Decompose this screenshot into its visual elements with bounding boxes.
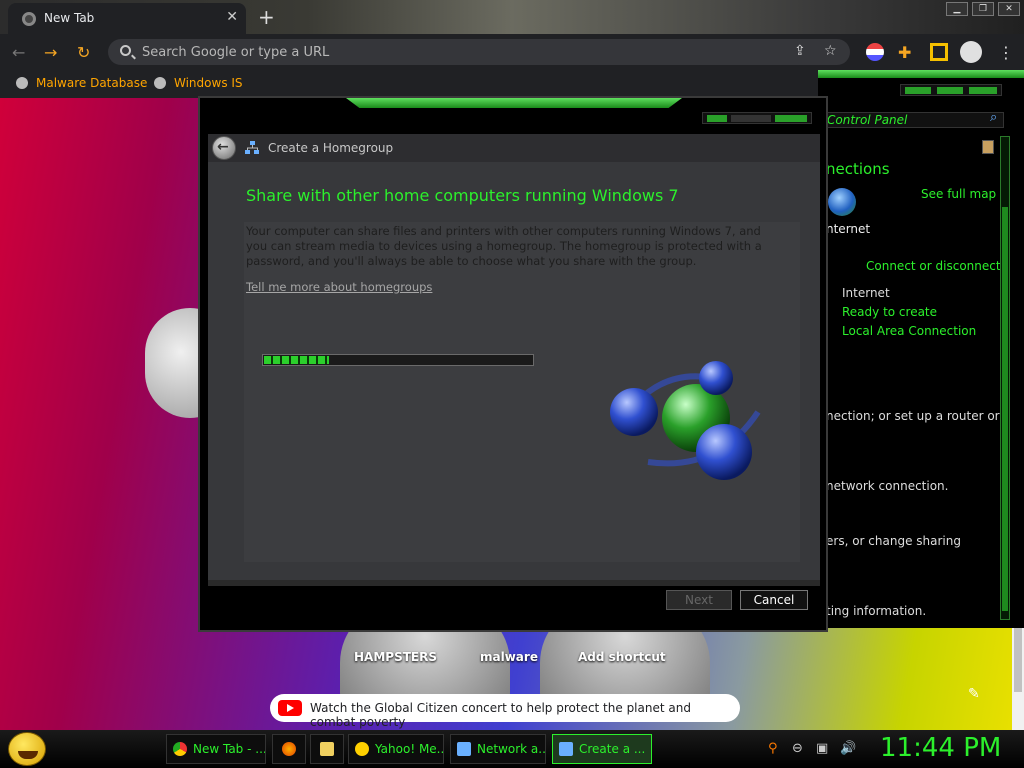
dialog-header: Create a Homegroup bbox=[208, 134, 820, 162]
dialog-title: Create a Homegroup bbox=[268, 141, 394, 155]
news-promo[interactable]: Watch the Global Citizen concert to help… bbox=[270, 694, 740, 729]
search-icon[interactable]: ⌕ bbox=[990, 110, 997, 125]
profile-flag-icon[interactable] bbox=[866, 43, 884, 61]
internet-label: nternet bbox=[826, 222, 871, 236]
network-type-value: Internet bbox=[842, 286, 890, 300]
connect-network-text: network connection. bbox=[826, 479, 949, 493]
taskbar-item-firefox[interactable] bbox=[272, 734, 306, 764]
address-bar[interactable]: Control Panel bbox=[824, 112, 1004, 128]
customize-pencil-icon[interactable]: ✎ bbox=[968, 686, 980, 702]
news-text: Watch the Global Citizen concert to help… bbox=[310, 701, 691, 729]
local-area-connection-link[interactable]: Local Area Connection bbox=[842, 324, 976, 338]
next-button[interactable]: Next bbox=[666, 590, 732, 610]
scrollbar-thumb[interactable] bbox=[1002, 207, 1008, 611]
progress-bar bbox=[262, 354, 534, 366]
back-button-icon[interactable] bbox=[212, 136, 236, 160]
dialog-top-accent bbox=[346, 98, 682, 108]
homegroup-icon bbox=[245, 141, 259, 154]
control-panel-window: Control Panel ⌕ nections See full map nt… bbox=[818, 70, 1024, 628]
help-icon[interactable] bbox=[982, 140, 994, 154]
taskbar-item-new-tab[interactable]: New Tab - ... bbox=[166, 734, 266, 764]
dialog-heading: Share with other home computers running … bbox=[246, 186, 679, 205]
taskbar-clock[interactable]: 11:44 PM bbox=[880, 733, 1001, 763]
youtube-icon bbox=[278, 700, 302, 716]
dialog-footer-divider bbox=[208, 580, 820, 586]
search-tray-icon[interactable]: ⚲ bbox=[768, 741, 778, 756]
browser-tab[interactable]: New Tab ✕ bbox=[8, 3, 246, 34]
minimize-icon[interactable]: ▁ bbox=[946, 2, 968, 16]
dialog-description: Your computer can share files and printe… bbox=[246, 224, 762, 268]
folder-icon bbox=[320, 742, 334, 756]
dialog-title-bar[interactable] bbox=[200, 98, 826, 134]
create-homegroup-dialog: Create a Homegroup Share with other home… bbox=[198, 96, 828, 632]
firefox-icon bbox=[282, 742, 296, 756]
taskbar: New Tab - ... Yahoo! Me... Network a... … bbox=[0, 730, 1024, 768]
minus-tray-icon[interactable]: ⊖ bbox=[792, 741, 803, 756]
start-button-icon[interactable] bbox=[8, 732, 46, 766]
omnibox[interactable]: Search Google or type a URL ⇪ ☆ bbox=[108, 39, 850, 65]
troubleshoot-text: ting information. bbox=[826, 604, 927, 618]
tab-title: New Tab bbox=[44, 11, 95, 25]
forward-arrow-icon[interactable]: → bbox=[44, 43, 57, 62]
search-icon bbox=[120, 45, 131, 56]
homegroup-ready-link[interactable]: Ready to create bbox=[842, 305, 937, 319]
control-panel-scrollbar[interactable] bbox=[1000, 136, 1010, 620]
taskbar-item-yahoo[interactable]: Yahoo! Me... bbox=[348, 734, 444, 764]
close-window-icon[interactable]: ✕ bbox=[998, 2, 1020, 16]
chrome-favicon-icon bbox=[22, 12, 36, 26]
progress-fill bbox=[264, 356, 329, 364]
bookmark-star-icon[interactable]: ☆ bbox=[824, 43, 837, 59]
homegroup-icon bbox=[559, 742, 573, 756]
taskbar-item-create-homegroup[interactable]: Create a ... bbox=[552, 734, 652, 764]
tell-me-more-link[interactable]: Tell me more about homegroups bbox=[246, 280, 432, 294]
profile-avatar-icon[interactable] bbox=[960, 41, 982, 63]
volume-icon[interactable]: 🔊 bbox=[840, 741, 856, 756]
taskbar-item-explorer[interactable] bbox=[310, 734, 344, 764]
shortcut-hampsters[interactable]: HAMPSTERS bbox=[354, 650, 437, 664]
back-arrow-icon[interactable]: ← bbox=[12, 43, 25, 62]
reload-icon[interactable]: ↻ bbox=[77, 43, 90, 62]
yahoo-messenger-icon bbox=[355, 742, 369, 756]
window-buttons[interactable] bbox=[900, 84, 1002, 96]
taskbar-item-network[interactable]: Network a... bbox=[450, 734, 546, 764]
connect-or-disconnect-link[interactable]: Connect or disconnect bbox=[866, 259, 1001, 273]
dialog-window-buttons[interactable] bbox=[702, 112, 812, 124]
connections-heading: nections bbox=[826, 160, 890, 178]
browser-toolbar: ← → ↻ Search Google or type a URL ⇪ ☆ ✚ … bbox=[0, 34, 1024, 70]
shortcut-add[interactable]: Add shortcut bbox=[578, 650, 666, 664]
network-tray-icon[interactable]: ▣ bbox=[816, 741, 828, 756]
globe-icon bbox=[16, 77, 28, 89]
new-tab-icon[interactable]: + bbox=[258, 5, 275, 29]
tab-close-icon[interactable]: ✕ bbox=[226, 9, 238, 25]
network-icon bbox=[457, 742, 471, 756]
side-panel-icon[interactable] bbox=[930, 43, 948, 61]
maximize-icon[interactable]: ❐ bbox=[972, 2, 994, 16]
chrome-icon bbox=[173, 742, 187, 756]
setup-connection-text: nection; or set up a router or bbox=[826, 409, 1000, 423]
window-top-bar bbox=[818, 70, 1024, 78]
see-full-map-link[interactable]: See full map bbox=[921, 187, 996, 201]
omnibox-placeholder: Search Google or type a URL bbox=[142, 45, 330, 60]
globe-icon bbox=[154, 77, 166, 89]
sharing-text: ers, or change sharing bbox=[826, 534, 961, 548]
extensions-puzzle-icon[interactable]: ✚ bbox=[898, 43, 916, 62]
dialog-body: Share with other home computers running … bbox=[208, 162, 820, 580]
cancel-button[interactable]: Cancel bbox=[740, 590, 808, 610]
internet-globe-icon bbox=[828, 188, 856, 216]
bookmark-malware-database[interactable]: Malware Database bbox=[16, 76, 147, 90]
bookmark-windows-is[interactable]: Windows IS bbox=[154, 76, 243, 90]
share-icon[interactable]: ⇪ bbox=[794, 43, 806, 59]
window-controls: ▁ ❐ ✕ bbox=[946, 2, 1020, 16]
shortcut-malware[interactable]: malware bbox=[480, 650, 538, 664]
homegroup-orbs-icon bbox=[610, 361, 761, 480]
browser-tab-strip: New Tab ✕ + ▁ ❐ ✕ bbox=[0, 0, 1024, 34]
menu-dots-icon[interactable]: ⋮ bbox=[998, 43, 1016, 62]
